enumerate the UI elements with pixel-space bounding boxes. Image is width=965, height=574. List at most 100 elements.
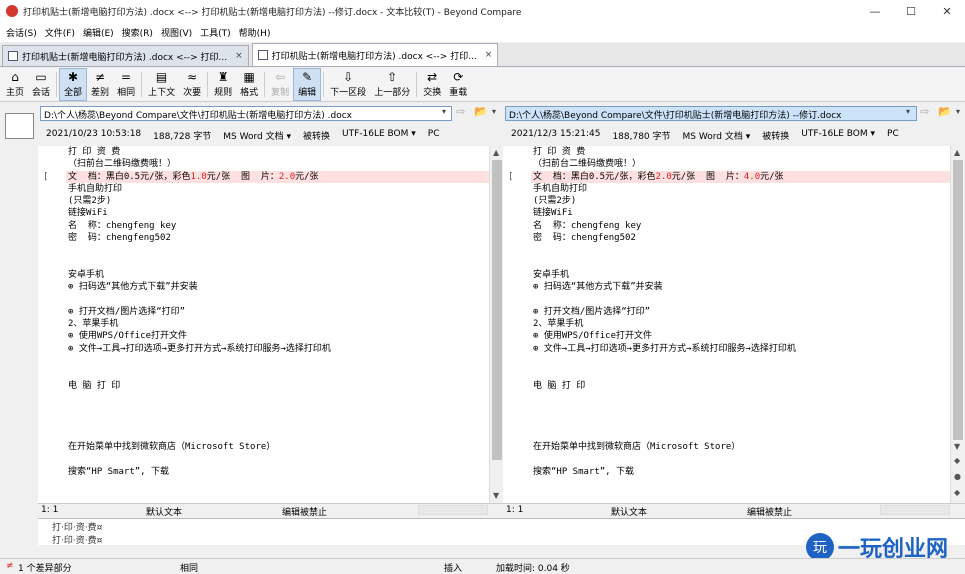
scroll-thumb[interactable] xyxy=(953,160,963,440)
text-line[interactable]: 密 码：chengfeng502 xyxy=(66,232,489,244)
text-line[interactable] xyxy=(66,367,489,379)
rules-button[interactable]: ♜ 规则 xyxy=(210,68,236,101)
text-line[interactable]: 手机自助打印 xyxy=(66,183,489,195)
text-line[interactable]: ⊕ 使用WPS/Office打开文件 xyxy=(531,330,950,342)
text-line[interactable] xyxy=(531,453,950,465)
menu-item[interactable]: 文件(F) xyxy=(41,26,79,39)
text-line[interactable]: ⊕ 文件→工具→打印选项→更多打开方式→系统打印服务→选择打印机 xyxy=(531,343,950,355)
chevron-down-icon[interactable]: ▾ xyxy=(492,107,496,116)
scroll-down-icon[interactable]: ▼ xyxy=(954,442,960,451)
format-button[interactable]: ▦ 格式 xyxy=(236,68,262,101)
scroll-up-icon[interactable]: ▲ xyxy=(954,148,960,157)
tab-close-button[interactable]: × xyxy=(235,51,243,61)
left-hscrollbar[interactable] xyxy=(418,505,488,515)
text-line[interactable] xyxy=(66,453,489,465)
text-line[interactable]: （扫前台二维码缴费哦！） xyxy=(66,158,489,170)
minimize-button[interactable]: — xyxy=(857,5,893,18)
folder-icon[interactable]: 📂 xyxy=(474,105,488,118)
session-button[interactable]: ▭ 会话 xyxy=(28,68,54,101)
text-line[interactable]: ⊕ 扫码选“其他方式下载”并安装 xyxy=(66,281,489,293)
text-line[interactable] xyxy=(66,404,489,416)
right-hscrollbar[interactable] xyxy=(880,505,950,515)
text-line[interactable]: 名 称：chengfeng key xyxy=(531,220,950,232)
text-line[interactable] xyxy=(66,257,489,269)
text-line[interactable] xyxy=(531,257,950,269)
home-button[interactable]: ⌂ 主页 xyxy=(2,68,28,101)
text-line[interactable] xyxy=(531,244,950,256)
diff-line[interactable]: 文 档：黑白0.5元/张，彩色2.0元/张 图 片：4.0元/张 xyxy=(531,170,950,183)
menu-item[interactable]: 会话(S) xyxy=(2,26,41,39)
current-diff-icon[interactable]: ● xyxy=(954,472,961,481)
text-line[interactable]: 链接WiFi xyxy=(66,207,489,219)
text-line[interactable]: 密 码：chengfeng502 xyxy=(531,232,950,244)
text-line[interactable]: 搜索“HP Smart”, 下载 xyxy=(531,466,950,478)
edit-button[interactable]: ✎ 编辑 xyxy=(293,68,322,101)
copy-button[interactable]: ⇦ 复制 xyxy=(267,68,293,101)
text-line[interactable] xyxy=(531,417,950,429)
text-line[interactable]: 手机自助打印 xyxy=(531,183,950,195)
tab-session-2[interactable]: 打印机贴士(新增电脑打印方法) .docx <--> 打印... × xyxy=(251,43,499,66)
text-line[interactable]: 电 脑 打 印 xyxy=(531,380,950,392)
text-line[interactable] xyxy=(531,355,950,367)
text-line[interactable]: 安卓手机 xyxy=(531,269,950,281)
chevron-down-icon[interactable]: ▾ xyxy=(906,107,910,116)
text-line[interactable] xyxy=(531,367,950,379)
right-text-pane[interactable]: 打 印 资 费（扫前台二维码缴费哦！）文 档：黑白0.5元/张，彩色2.0元/张… xyxy=(531,146,950,503)
text-line[interactable]: (只需2步) xyxy=(66,195,489,207)
menu-item[interactable]: 搜索(R) xyxy=(118,26,157,39)
tab-session-1[interactable]: 打印机贴士(新增电脑打印方法) .docx <--> 打印... × xyxy=(2,45,249,66)
text-line[interactable]: 在开始菜单中找到微软商店（Microsoft Store） xyxy=(531,441,950,453)
text-line[interactable]: 2、苹果手机 xyxy=(66,318,489,330)
next-section-button[interactable]: ⇩ 下一区段 xyxy=(326,68,370,101)
text-line[interactable]: 打 印 资 费 xyxy=(531,146,950,158)
context-button[interactable]: ▤ 上下文 xyxy=(144,68,179,101)
file-format[interactable]: MS Word 文档 ▾ xyxy=(683,129,751,143)
left-path-input[interactable]: D:\个人\杨蕊\Beyond Compare\文件\打印机贴士(新增电脑打印方… xyxy=(40,106,452,121)
arrow-right-icon[interactable]: ⇨ xyxy=(456,105,465,118)
scroll-thumb[interactable] xyxy=(492,160,502,460)
menu-item[interactable]: 视图(V) xyxy=(157,26,196,39)
close-button[interactable]: ✕ xyxy=(929,5,965,18)
file-encoding[interactable]: UTF-16LE BOM ▾ xyxy=(801,129,875,143)
right-path-input[interactable]: D:\个人\杨蕊\Beyond Compare\文件\打印机贴士(新增电脑打印方… xyxy=(505,106,917,121)
minor-button[interactable]: ≈ 次要 xyxy=(179,68,205,101)
left-scrollbar[interactable]: ▲ ▼ xyxy=(489,146,503,503)
text-line[interactable]: （扫前台二维码缴费哦！） xyxy=(531,158,950,170)
text-line[interactable]: 名 称：chengfeng key xyxy=(66,220,489,232)
file-format[interactable]: MS Word 文档 ▾ xyxy=(223,129,291,143)
text-line[interactable]: ⊕ 打开文档/图片选择“打印” xyxy=(66,306,489,318)
text-line[interactable]: 在开始菜单中找到微软商店（Microsoft Store） xyxy=(66,441,489,453)
text-line[interactable]: 安卓手机 xyxy=(66,269,489,281)
menu-item[interactable]: 帮助(H) xyxy=(235,26,275,39)
text-line[interactable] xyxy=(66,244,489,256)
prev-diff-icon[interactable]: ◆ xyxy=(954,488,960,497)
text-line[interactable] xyxy=(531,392,950,404)
text-line[interactable]: ⊕ 使用WPS/Office打开文件 xyxy=(66,330,489,342)
swap-button[interactable]: ⇄ 交换 xyxy=(419,68,445,101)
text-line[interactable] xyxy=(66,417,489,429)
folder-icon[interactable]: 📂 xyxy=(938,105,952,118)
text-line[interactable] xyxy=(66,392,489,404)
text-line[interactable] xyxy=(531,429,950,441)
diffs-button[interactable]: ≠ 差别 xyxy=(87,68,113,101)
scroll-up-icon[interactable]: ▲ xyxy=(493,148,499,157)
prev-section-button[interactable]: ⇧ 上一部分 xyxy=(370,68,414,101)
chevron-down-icon[interactable]: ▾ xyxy=(956,107,960,116)
file-encoding[interactable]: UTF-16LE BOM ▾ xyxy=(342,129,416,143)
menu-item[interactable]: 编辑(E) xyxy=(79,26,118,39)
diff-line[interactable]: 文 档：黑白0.5元/张，彩色1.0元/张 图 片：2.0元/张 xyxy=(66,170,489,183)
text-line[interactable]: (只需2步) xyxy=(531,195,950,207)
chevron-down-icon[interactable]: ▾ xyxy=(442,107,446,116)
text-line[interactable] xyxy=(531,404,950,416)
menu-item[interactable]: 工具(T) xyxy=(196,26,235,39)
text-line[interactable]: 链接WiFi xyxy=(531,207,950,219)
text-line[interactable]: 2、苹果手机 xyxy=(531,318,950,330)
text-line[interactable] xyxy=(66,429,489,441)
text-line[interactable]: ⊕ 文件→工具→打印选项→更多打开方式→系统打印服务→选择打印机 xyxy=(66,343,489,355)
text-line[interactable]: 电 脑 打 印 xyxy=(66,380,489,392)
text-line[interactable] xyxy=(531,294,950,306)
arrow-right-icon[interactable]: ⇨ xyxy=(920,105,929,118)
tab-close-button[interactable]: × xyxy=(485,50,493,60)
all-button[interactable]: ✱ 全部 xyxy=(59,68,88,101)
left-text-pane[interactable]: 打 印 资 费（扫前台二维码缴费哦！）文 档：黑白0.5元/张，彩色1.0元/张… xyxy=(66,146,489,503)
